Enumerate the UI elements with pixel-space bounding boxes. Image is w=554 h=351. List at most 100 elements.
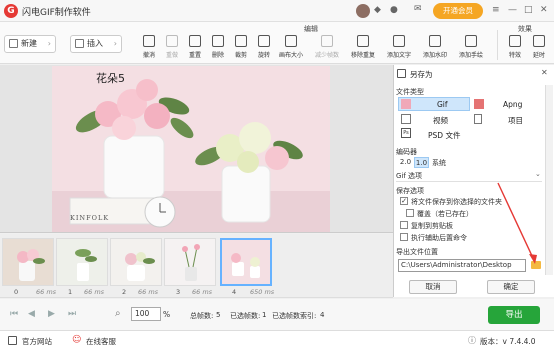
new-file-icon	[9, 39, 18, 48]
format-apng-option[interactable]: Apng	[503, 100, 522, 109]
encoder-heading: 编码器	[396, 148, 417, 156]
frame-index: 3	[176, 288, 181, 296]
panel-title: 另存为	[410, 70, 433, 79]
format-psd-option[interactable]: PSD 文件	[428, 130, 460, 141]
minimize-icon[interactable]: —	[508, 5, 517, 15]
menu-icon[interactable]: ≡	[492, 5, 500, 15]
tool-add-text[interactable]: 添加文字	[386, 31, 412, 61]
info-icon: ⓘ	[468, 336, 476, 345]
tool-label: 减少帧数	[314, 52, 339, 59]
frame-delay: 66 ms	[192, 288, 213, 296]
online-support-link[interactable]: 在线客服	[86, 336, 116, 347]
export-location-heading: 导出文件位置	[396, 248, 438, 256]
app-title: 闪电GIF制作软件	[22, 8, 91, 18]
total-frames-label: 总帧数:	[190, 312, 214, 320]
ok-button[interactable]: 确定	[487, 280, 535, 294]
user-avatar[interactable]	[356, 4, 370, 18]
frame-index: 4	[232, 288, 237, 296]
cancel-button[interactable]: 取消	[409, 280, 457, 294]
frame-index: 2	[122, 288, 127, 296]
chevron-right-icon: ›	[47, 39, 51, 48]
frame-thumbnail-4[interactable]	[220, 238, 272, 286]
annotation-arrow	[497, 182, 537, 264]
clock-icon	[533, 35, 545, 47]
panel-close-icon[interactable]: ✕	[541, 68, 548, 77]
format-gif-label: Gif	[437, 100, 448, 109]
user-icon[interactable]: ●	[390, 5, 398, 15]
checkbox-post-command[interactable]	[400, 233, 408, 241]
tool-add-drawing[interactable]: 添加手绘	[458, 31, 484, 61]
panel-scrollbar[interactable]	[545, 85, 553, 275]
frame-delay: 66 ms	[36, 288, 57, 296]
tool-label: 添加文字	[386, 52, 411, 59]
first-frame-icon[interactable]: ⏮	[10, 309, 18, 319]
new-button[interactable]: 新建 ›	[4, 35, 56, 53]
brush-icon	[465, 35, 477, 47]
tool-canvas-size[interactable]: 画布大小	[278, 31, 304, 61]
tool-label: 延时	[532, 52, 545, 59]
tool-reduce-frames[interactable]: 减少帧数	[314, 31, 340, 61]
close-icon[interactable]: ✕	[540, 5, 548, 15]
card-text: KINFOLK	[70, 214, 110, 222]
save-icon	[397, 69, 406, 78]
undo-icon	[143, 35, 155, 47]
frame-delay: 66 ms	[84, 288, 105, 296]
next-frame-icon[interactable]: ⏭	[68, 309, 76, 319]
insert-button[interactable]: 插入 ›	[70, 35, 122, 53]
frame-thumbnail-0[interactable]	[2, 238, 54, 286]
thumbnail-image	[165, 239, 215, 285]
tool-delay[interactable]: 延时	[526, 31, 552, 61]
encoder-option-1-0[interactable]: 1.0	[414, 157, 429, 168]
tool-add-watermark[interactable]: 添加水印	[422, 31, 448, 61]
frame-index: 0	[14, 288, 19, 296]
zoom-unit: %	[163, 310, 171, 319]
frame-thumbnail-3[interactable]	[164, 238, 216, 286]
previous-frame-icon[interactable]: ◀	[28, 309, 35, 319]
tool-label: 添加水印	[422, 52, 447, 59]
thumbnail-image	[111, 239, 161, 285]
thumbnail-image	[3, 239, 53, 285]
gif-icon	[401, 99, 411, 109]
file-type-heading: 文件类型	[396, 88, 424, 96]
remove-duplicates-icon	[357, 35, 369, 47]
frame-thumbnail-1[interactable]	[56, 238, 108, 286]
thumbnail-image	[222, 240, 270, 284]
checkbox-save-to-folder[interactable]: ✓	[400, 197, 408, 205]
checkbox-overwrite[interactable]	[406, 209, 414, 217]
mail-icon[interactable]: ✉	[414, 4, 422, 14]
website-icon	[8, 336, 17, 345]
chevron-down-icon[interactable]: ⌄	[535, 170, 541, 178]
crop-icon	[235, 35, 247, 47]
play-icon[interactable]: ▶	[48, 309, 55, 319]
watermark-icon	[429, 35, 441, 47]
encoder-option-system[interactable]: 系统	[432, 158, 446, 168]
checkbox-save-to-folder-label: 将文件保存到你选择的文件夹	[411, 198, 502, 206]
format-video-option[interactable]: 视频	[433, 115, 448, 126]
vip-button[interactable]: 开通会员	[433, 3, 483, 19]
checkbox-overwrite-label: 覆盖（若已存在）	[417, 210, 473, 218]
official-website-link[interactable]: 官方网站	[22, 336, 52, 347]
format-project-option[interactable]: 项目	[508, 115, 523, 126]
diamond-icon[interactable]: ◆	[374, 5, 381, 15]
checkbox-post-command-label: 执行辅助后置命令	[411, 234, 467, 242]
canvas-size-icon	[285, 35, 297, 47]
frame-thumbnail-2[interactable]	[110, 238, 162, 286]
chevron-right-icon: ›	[113, 39, 117, 48]
encoder-option-2-0[interactable]: 2.0	[398, 157, 413, 168]
delete-icon	[212, 35, 224, 47]
selected-index-label: 已选帧数索引:	[272, 312, 317, 320]
insert-icon	[75, 39, 84, 48]
project-icon	[474, 114, 482, 124]
zoom-input[interactable]: 100	[131, 307, 161, 321]
selected-index-value: 4	[320, 311, 325, 319]
tool-remove-duplicates[interactable]: 移除重复	[350, 31, 376, 61]
tool-label: 添加手绘	[458, 52, 483, 59]
checkbox-copy-clipboard[interactable]	[400, 221, 408, 229]
canvas-text-overlay[interactable]: 花朵5	[96, 70, 125, 86]
insert-button-label: 插入	[87, 39, 103, 48]
checkbox-copy-clipboard-label: 复制到剪贴板	[411, 222, 453, 230]
gif-options-heading[interactable]: Gif 选项	[396, 171, 422, 181]
maximize-icon[interactable]: □	[524, 5, 533, 15]
zoom-icon: ⌕	[115, 308, 121, 319]
export-button[interactable]: 导出	[488, 306, 540, 324]
